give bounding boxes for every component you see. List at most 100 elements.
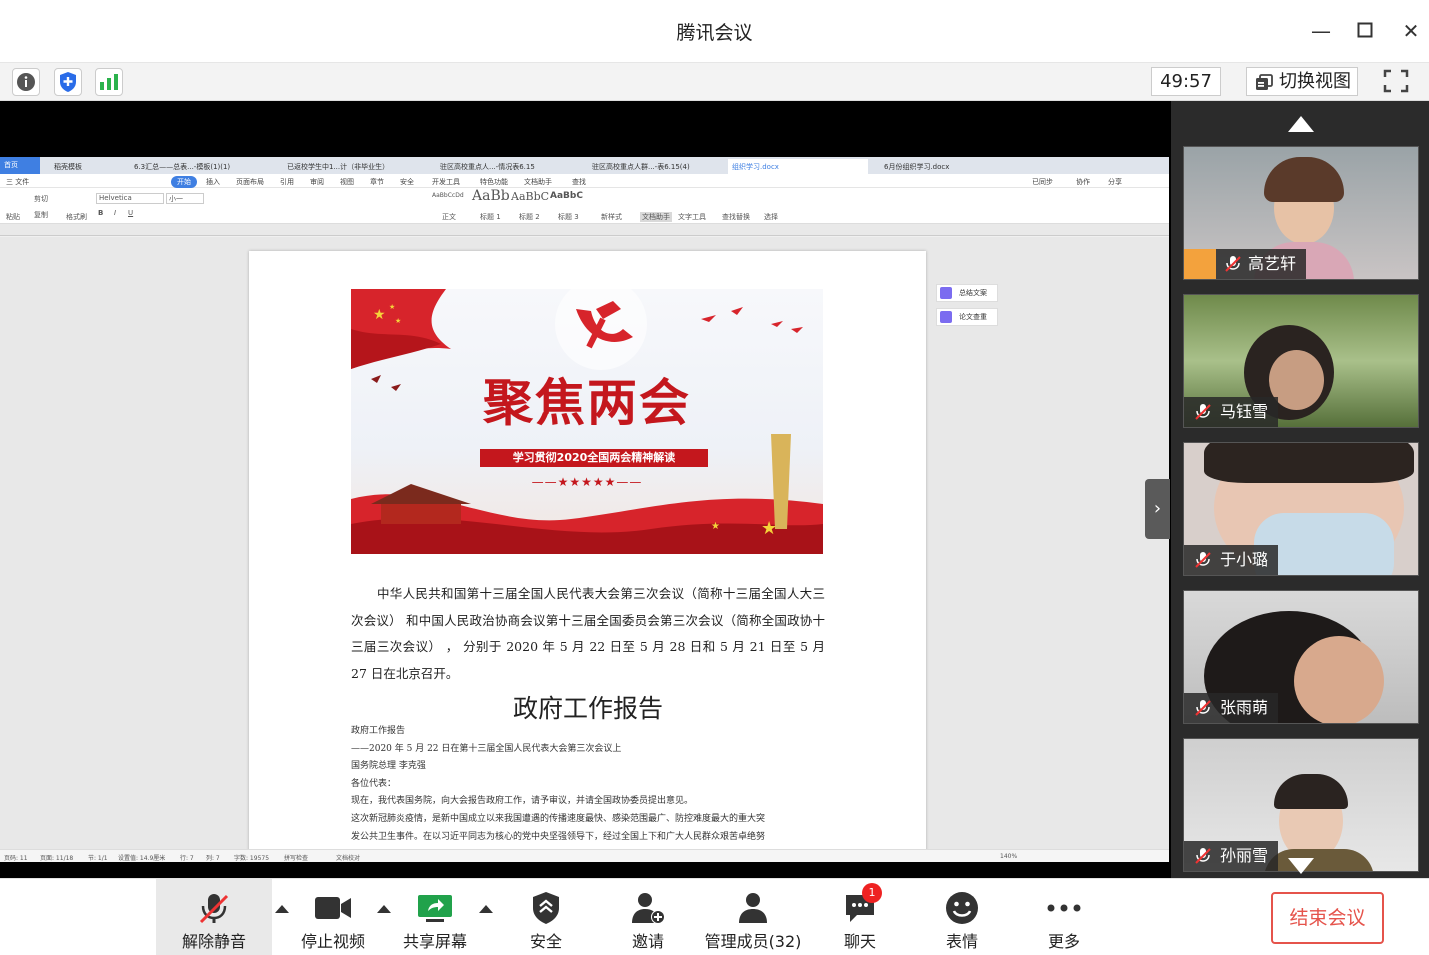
mic-muted-icon xyxy=(1195,404,1211,420)
share-options-caret-icon[interactable] xyxy=(479,905,493,913)
doc-assistant-button[interactable]: 文档助手 xyxy=(640,212,672,222)
chevron-right-icon: › xyxy=(1153,498,1162,519)
gallery-up-icon[interactable] xyxy=(1288,116,1314,132)
find-replace-button[interactable]: 查找替换 xyxy=(722,212,750,222)
horizontal-ruler xyxy=(0,224,1169,236)
plagiarism-tool-button[interactable]: 论文查重 xyxy=(936,308,998,326)
cut-button[interactable]: 剪切 xyxy=(34,194,48,204)
text-tools-button[interactable]: 文字工具 xyxy=(678,212,706,222)
shared-screen: 首页 稻壳模板 6.3汇总——总表...-模板(1)(1) 已返校学生中1...… xyxy=(0,101,1171,878)
format-painter-button[interactable]: 格式刷 xyxy=(66,212,87,222)
menu-reference[interactable]: 引用 xyxy=(280,177,294,187)
menu-view[interactable]: 视图 xyxy=(340,177,354,187)
stop-video-button[interactable]: 停止视频 xyxy=(295,879,371,955)
report-line: 发公共卫生事件。在以习近平同志为核心的党中央坚强领导下，经过全国上下和广大人民群… xyxy=(351,831,766,842)
report-body: 政府工作报告 ——2020 年 5 月 22 日在第十三届全国人民代表大会第三次… xyxy=(351,723,825,846)
status-proof[interactable]: 文档校对 xyxy=(336,853,360,862)
video-tile[interactable]: 孙丽雪 xyxy=(1183,738,1419,872)
italic-button[interactable]: I xyxy=(114,209,116,217)
video-options-caret-icon[interactable] xyxy=(377,905,391,913)
report-line: ——2020 年 5 月 22 日在第十三届全国人民代表大会第三次会议上 xyxy=(351,743,622,754)
banner-image: ★ ★ ★ ★ ★ 聚焦两会 学习贯彻2020全国两会精神解读 ——★★★★★—… xyxy=(351,289,823,554)
meeting-toolbar: 49:57 切换视图 xyxy=(0,63,1429,101)
members-icon xyxy=(733,891,773,925)
style-h2-preview[interactable]: AaBbC xyxy=(511,190,549,203)
tab-docer[interactable]: 稻壳模板 xyxy=(50,159,112,174)
chat-button[interactable]: 1 聊天 xyxy=(824,879,896,955)
font-name-select[interactable]: Helvetica xyxy=(96,193,164,204)
summary-tool-button[interactable]: 总结文案 xyxy=(936,284,998,302)
video-tile[interactable]: 马钰雪 xyxy=(1183,294,1419,428)
font-size-select[interactable]: 小一 xyxy=(166,193,204,204)
menu-file[interactable]: 三 文件 xyxy=(6,177,29,187)
mic-muted-icon xyxy=(1195,552,1211,568)
tab-excel-2[interactable]: 已返校学生中1...计（非毕业生） xyxy=(283,159,408,174)
document-page: ★ ★ ★ ★ ★ 聚焦两会 学习贯彻2020全国两会精神解读 ——★★★★★—… xyxy=(249,251,926,849)
maximize-icon[interactable] xyxy=(1350,16,1380,46)
menu-section[interactable]: 章节 xyxy=(370,177,384,187)
info-icon[interactable] xyxy=(12,68,40,96)
tab-home[interactable]: 首页 xyxy=(0,157,40,174)
status-pages: 页面: 11/18 xyxy=(40,855,74,862)
menu-dev[interactable]: 开发工具 xyxy=(432,177,460,187)
unmute-button[interactable]: 解除静音 xyxy=(156,879,272,955)
menu-share[interactable]: 分享 xyxy=(1108,177,1122,187)
menu-layout[interactable]: 页面布局 xyxy=(236,177,264,187)
signal-icon[interactable] xyxy=(95,68,123,96)
status-zoom[interactable]: 140% xyxy=(1000,853,1017,860)
app-title: 腾讯会议 xyxy=(676,22,753,44)
chat-unread-badge: 1 xyxy=(862,883,882,903)
tab-excel-4[interactable]: 驻区高校重点人群...-表6.15(4) xyxy=(588,159,713,174)
style-h3-preview[interactable]: AaBbC xyxy=(550,191,583,201)
invite-button[interactable]: 邀请 xyxy=(612,879,684,955)
bold-button[interactable]: B xyxy=(98,209,103,217)
copy-button[interactable]: 复制 xyxy=(34,210,48,220)
menu-features[interactable]: 特色功能 xyxy=(480,177,508,187)
menu-find[interactable]: 查找 xyxy=(572,177,586,187)
underline-button[interactable]: U xyxy=(128,209,133,217)
share-screen-button[interactable]: 共享屏幕 xyxy=(397,879,473,955)
select-button[interactable]: 选择 xyxy=(764,212,778,222)
security-button[interactable]: 安全 xyxy=(510,879,582,955)
tab-doc-2[interactable]: 6月份组织学习.docx xyxy=(880,159,1020,174)
tab-doc-active[interactable]: 组织学习.docx xyxy=(728,159,868,174)
style-h3-label: 标题 3 xyxy=(558,213,579,221)
wps-document-window: 首页 稻壳模板 6.3汇总——总表...-模板(1)(1) 已返校学生中1...… xyxy=(0,157,1169,862)
style-normal-label: 正文 xyxy=(442,213,456,221)
menu-security[interactable]: 安全 xyxy=(400,177,414,187)
banner-stars: ——★★★★★—— xyxy=(531,475,643,489)
tab-excel-3[interactable]: 驻区高校重点人...-情况表6.15 xyxy=(436,159,561,174)
style-h1-preview[interactable]: AaBb xyxy=(472,188,510,204)
video-tile[interactable]: 张雨萌 xyxy=(1183,590,1419,724)
more-button[interactable]: 更多 xyxy=(1028,879,1100,955)
paste-button[interactable]: 粘贴 xyxy=(6,212,20,222)
video-tile[interactable]: 高艺轩 xyxy=(1183,146,1419,280)
end-meeting-button[interactable]: 结束会议 xyxy=(1271,892,1384,944)
new-style-button[interactable]: 新样式 xyxy=(601,212,622,222)
manage-members-button[interactable]: 管理成员(32) xyxy=(700,879,806,955)
tab-excel-1[interactable]: 6.3汇总——总表...-模板(1)(1) xyxy=(130,159,265,174)
mic-options-caret-icon[interactable] xyxy=(275,905,289,913)
style-normal-preview[interactable]: AaBbCcDd xyxy=(432,192,464,199)
video-tile[interactable]: 于小璐 xyxy=(1183,442,1419,576)
menu-collab[interactable]: 协作 xyxy=(1076,177,1090,187)
shield-icon[interactable] xyxy=(54,68,82,96)
minimize-icon[interactable]: — xyxy=(1306,16,1336,46)
switch-view-button[interactable]: 切换视图 xyxy=(1246,67,1358,96)
close-icon[interactable]: ✕ xyxy=(1396,16,1426,46)
menu-assistant[interactable]: 文档助手 xyxy=(524,177,552,187)
ribbon: 粘贴 剪切 复制 格式刷 Helvetica 小一 B I U AaBbCcDd… xyxy=(0,188,1169,224)
fullscreen-icon[interactable] xyxy=(1381,67,1413,96)
emoji-button[interactable]: 表情 xyxy=(926,879,998,955)
menu-review[interactable]: 审阅 xyxy=(310,177,324,187)
menu-insert[interactable]: 插入 xyxy=(206,177,220,187)
collapse-handle[interactable]: › xyxy=(1145,479,1170,539)
gallery-down-icon[interactable] xyxy=(1288,858,1314,874)
menu-start[interactable]: 开始 xyxy=(171,176,197,188)
add-user-icon xyxy=(628,891,668,925)
mic-muted-icon xyxy=(1195,848,1211,864)
status-spell[interactable]: 拼写检查 xyxy=(284,853,308,862)
title-bar: 腾讯会议 — ✕ xyxy=(0,0,1429,63)
svg-text:★: ★ xyxy=(711,521,720,532)
menu-synced[interactable]: 已同步 xyxy=(1032,177,1053,187)
